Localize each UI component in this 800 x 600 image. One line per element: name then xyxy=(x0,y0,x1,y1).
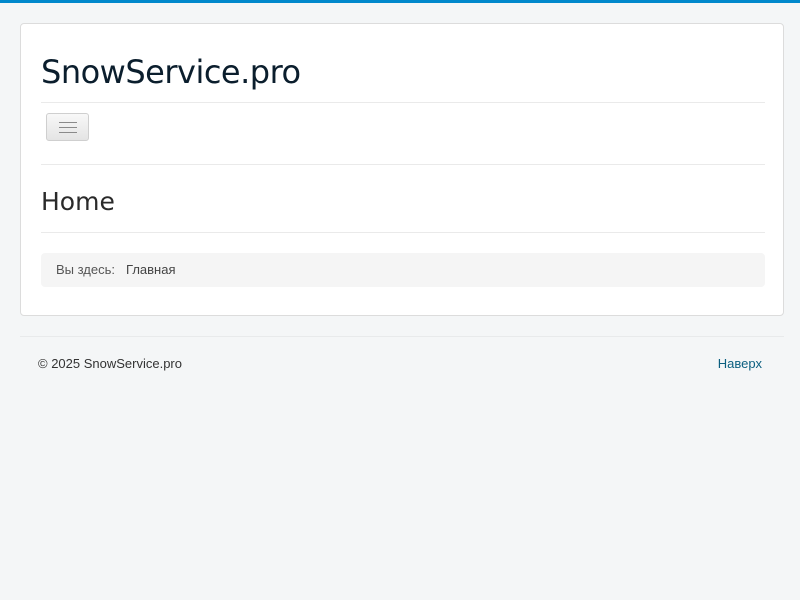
breadcrumb: Вы здесь: Главная xyxy=(41,253,765,287)
main-container: SnowService.pro Home Вы здесь: Главная xyxy=(20,23,784,316)
nav-divider xyxy=(41,164,765,165)
site-title[interactable]: SnowService.pro xyxy=(41,52,301,92)
footer-copyright: © 2025 SnowService.pro xyxy=(38,356,182,371)
menu-toggle-button[interactable] xyxy=(46,113,89,141)
breadcrumb-prefix: Вы здесь: xyxy=(56,262,116,277)
back-to-top-link[interactable]: Наверх xyxy=(718,356,762,372)
breadcrumb-item-home: Главная xyxy=(126,262,176,277)
page-heading: Home xyxy=(41,187,115,216)
heading-divider xyxy=(41,232,765,233)
footer-divider xyxy=(20,336,784,337)
top-accent-bar xyxy=(0,0,800,3)
header-divider xyxy=(41,102,765,103)
hamburger-menu-icon xyxy=(59,122,77,133)
